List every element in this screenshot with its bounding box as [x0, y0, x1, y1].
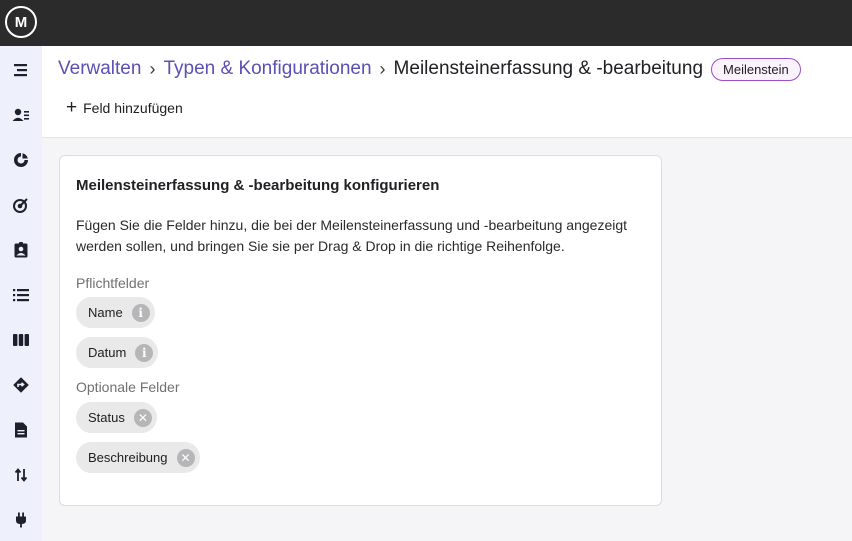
info-icon[interactable]: i — [135, 343, 154, 362]
breadcrumb: Verwalten › Typen & Konfigurationen › Me… — [58, 56, 801, 82]
chip-label: Beschreibung — [88, 450, 168, 465]
breadcrumb-link-verwalten[interactable]: Verwalten — [58, 58, 141, 80]
optional-fields-label: Optionale Felder — [76, 379, 180, 395]
field-chip-beschreibung[interactable]: Beschreibung ✕ — [76, 442, 200, 473]
menu-icon[interactable] — [11, 60, 31, 80]
page-header: Verwalten › Typen & Konfigurationen › Me… — [42, 46, 852, 138]
required-fields-label: Pflichtfelder — [76, 275, 150, 291]
config-card: Meilensteinerfassung & -bearbeitung konf… — [59, 155, 662, 506]
chart-icon[interactable] — [11, 150, 31, 170]
chevron-right-icon: › — [149, 58, 156, 79]
card-description: Fügen Sie die Felder hinzu, die bei der … — [76, 217, 628, 254]
top-bar: M — [0, 0, 852, 46]
add-field-label: Feld hinzufügen — [83, 100, 183, 116]
chevron-right-icon: › — [379, 58, 386, 79]
breadcrumb-link-typen[interactable]: Typen & Konfigurationen — [163, 58, 371, 80]
add-field-button[interactable]: + Feld hinzufügen — [66, 97, 183, 118]
target-icon[interactable] — [11, 195, 31, 215]
field-chip-datum[interactable]: Datum i — [76, 337, 159, 368]
plus-icon: + — [66, 97, 78, 118]
type-badge: Meilenstein — [711, 57, 801, 81]
sidebar — [0, 46, 42, 541]
plug-icon[interactable] — [11, 510, 31, 530]
board-icon[interactable] — [11, 330, 31, 350]
list-icon[interactable] — [11, 285, 31, 305]
card-title: Meilensteinerfassung & -bearbeitung konf… — [76, 177, 440, 194]
remove-icon[interactable]: ✕ — [176, 448, 195, 467]
logo[interactable]: M — [5, 6, 37, 38]
users-icon[interactable] — [11, 105, 31, 125]
remove-icon[interactable]: ✕ — [133, 408, 152, 427]
clipboard-user-icon[interactable] — [11, 240, 31, 260]
sort-icon[interactable] — [11, 465, 31, 485]
page-title: Meilensteinerfassung & -bearbeitung — [393, 58, 704, 79]
chip-label: Datum — [88, 345, 127, 360]
field-chip-name[interactable]: Name i — [76, 297, 155, 328]
chip-label: Name — [88, 305, 123, 320]
roadmap-icon[interactable] — [11, 375, 31, 395]
document-icon[interactable] — [11, 420, 31, 440]
chip-label: Status — [88, 410, 125, 425]
logo-text: M — [14, 13, 28, 31]
info-icon[interactable]: i — [131, 303, 150, 322]
field-chip-status[interactable]: Status ✕ — [76, 402, 157, 433]
